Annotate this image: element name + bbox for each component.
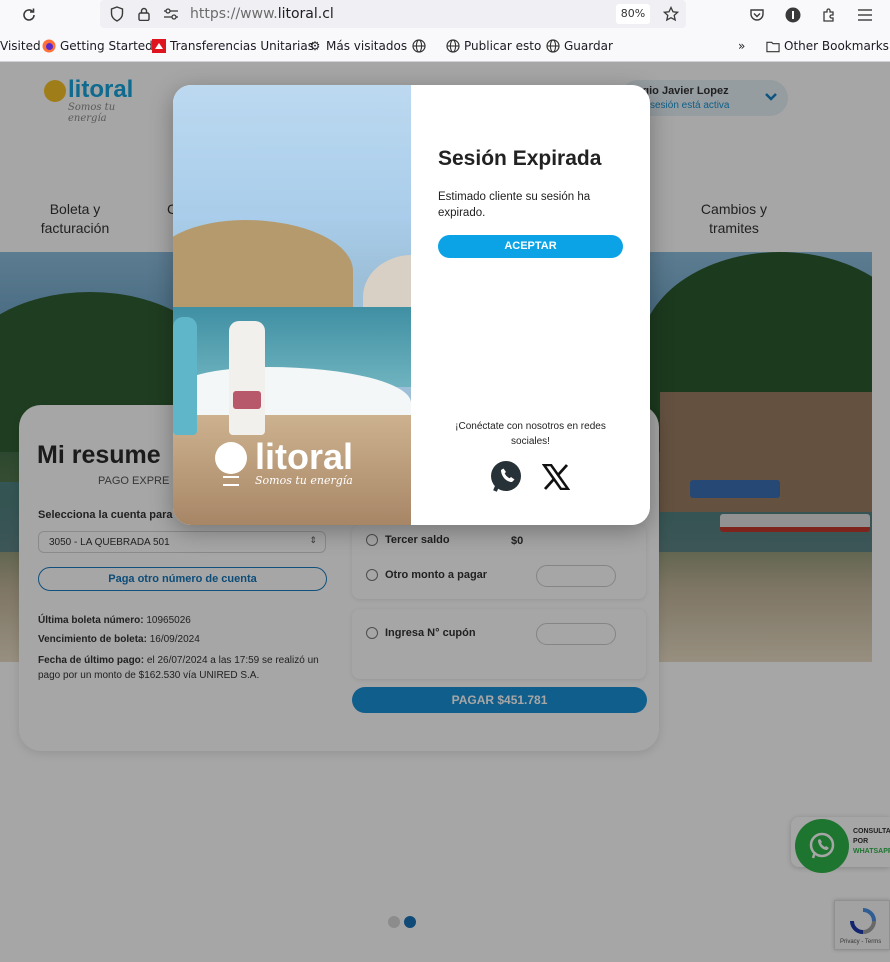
globe-icon	[412, 39, 426, 53]
account-icon[interactable]	[782, 4, 804, 26]
firefox-icon	[42, 39, 56, 53]
bookmark-visited[interactable]: Visited	[0, 39, 41, 53]
shield-icon[interactable]	[106, 3, 128, 25]
bulb-icon	[215, 442, 247, 474]
bank-icon	[152, 39, 166, 53]
bookmark-transferencias[interactable]: Transferencias Unitarias	[152, 39, 314, 53]
globe-icon	[546, 39, 560, 53]
star-icon[interactable]	[660, 3, 682, 25]
menu-icon[interactable]	[854, 4, 876, 26]
pocket-icon[interactable]	[746, 4, 768, 26]
bookmark-mas-visitados[interactable]: ⚙ Más visitados	[308, 39, 407, 53]
permissions-icon[interactable]	[160, 3, 182, 25]
modal-message: Estimado cliente su sesión ha expirado.	[438, 191, 591, 219]
gear-icon: ⚙	[309, 39, 321, 53]
other-bookmarks[interactable]: Other Bookmarks	[766, 39, 889, 53]
social-text: ¡Conéctate con nosotros en redes sociale…	[455, 421, 606, 447]
person-figure	[173, 317, 197, 435]
x-twitter-icon[interactable]	[538, 459, 574, 495]
person-shorts	[233, 391, 261, 409]
browser-toolbar: https://www.litoral.cl 80%	[0, 0, 890, 30]
globe-icon	[446, 39, 460, 53]
session-expired-modal: litoral Somos tu energía Sesión Expirada…	[173, 85, 650, 525]
zoom-level[interactable]: 80%	[616, 4, 650, 24]
bookmarks-bar: Visited Getting Started Transferencias U…	[0, 34, 890, 60]
whatsapp-icon[interactable]	[488, 459, 524, 495]
person-figure	[229, 321, 265, 435]
lock-icon[interactable]	[133, 3, 155, 25]
more-bookmarks-icon[interactable]: »	[738, 39, 745, 53]
photo-rock	[363, 255, 411, 315]
url-bar[interactable]: https://www.litoral.cl 80%	[100, 0, 686, 28]
accept-button[interactable]: ACEPTAR	[438, 235, 623, 258]
photo-cliff	[173, 220, 353, 315]
bookmark-getting-started[interactable]: Getting Started	[42, 39, 153, 53]
modal-title: Sesión Expirada	[438, 147, 602, 170]
folder-icon	[766, 39, 780, 53]
url-text[interactable]: https://www.litoral.cl	[190, 6, 334, 22]
beach-photo: litoral Somos tu energía	[173, 85, 411, 525]
extensions-icon[interactable]	[818, 4, 840, 26]
reload-icon[interactable]	[18, 4, 40, 26]
bookmark-publicar[interactable]: Publicar esto	[446, 39, 541, 53]
bookmark-guardar[interactable]: Guardar	[546, 39, 613, 53]
photo-logo: litoral Somos tu energía	[215, 436, 375, 494]
bookmark-globe[interactable]	[412, 39, 426, 53]
